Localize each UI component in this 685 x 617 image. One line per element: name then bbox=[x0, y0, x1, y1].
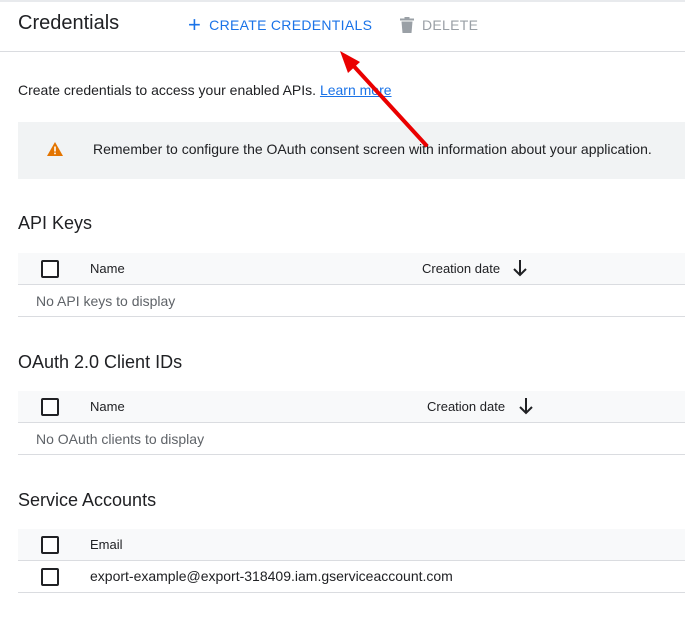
select-all-checkbox[interactable] bbox=[41, 536, 59, 554]
top-bar: Credentials + CREATE CREDENTIALS DELETE bbox=[0, 0, 685, 52]
page-title: Credentials bbox=[18, 12, 120, 34]
trash-icon bbox=[400, 17, 414, 33]
select-all-checkbox[interactable] bbox=[41, 260, 59, 278]
api-keys-title: API Keys bbox=[18, 213, 93, 233]
table-header: Name Creation date bbox=[18, 391, 685, 423]
create-credentials-label: CREATE CREDENTIALS bbox=[209, 17, 373, 33]
service-accounts-table: Email export-example@export-318409.iam.g… bbox=[18, 529, 685, 593]
arrow-down-icon[interactable] bbox=[518, 397, 534, 420]
column-name[interactable]: Name bbox=[90, 399, 125, 414]
service-accounts-title: Service Accounts bbox=[18, 490, 157, 510]
empty-message: No OAuth clients to display bbox=[36, 431, 205, 447]
table-row: No OAuth clients to display bbox=[18, 423, 685, 455]
oauth-table: Name Creation date No OAuth clients to d… bbox=[18, 391, 685, 455]
warning-icon bbox=[47, 142, 63, 161]
intro-description: Create credentials to access your enable… bbox=[18, 82, 317, 98]
column-creation-date[interactable]: Creation date bbox=[427, 399, 505, 414]
oauth-consent-banner: Remember to configure the OAuth consent … bbox=[18, 122, 685, 179]
table-header: Email bbox=[18, 529, 685, 561]
oauth-title: OAuth 2.0 Client IDs bbox=[18, 352, 183, 372]
banner-message: Remember to configure the OAuth consent … bbox=[93, 141, 652, 157]
column-creation-date[interactable]: Creation date bbox=[422, 261, 500, 276]
table-header: Name Creation date bbox=[18, 253, 685, 285]
api-keys-table: Name Creation date No API keys to displa… bbox=[18, 253, 685, 317]
arrow-down-icon[interactable] bbox=[512, 259, 528, 282]
plus-icon: + bbox=[188, 12, 202, 37]
learn-more-link[interactable]: Learn more bbox=[320, 82, 392, 98]
intro-text: Create credentials to access your enable… bbox=[18, 82, 392, 98]
create-credentials-button[interactable]: + CREATE CREDENTIALS bbox=[188, 14, 372, 36]
delete-label: DELETE bbox=[422, 17, 479, 33]
select-all-checkbox[interactable] bbox=[41, 398, 59, 416]
delete-button[interactable]: DELETE bbox=[400, 14, 478, 36]
table-row[interactable]: export-example@export-318409.iam.gservic… bbox=[18, 561, 685, 593]
table-row: No API keys to display bbox=[18, 285, 685, 317]
column-email[interactable]: Email bbox=[90, 537, 123, 552]
service-account-email[interactable]: export-example@export-318409.iam.gservic… bbox=[90, 568, 453, 584]
empty-message: No API keys to display bbox=[36, 293, 176, 309]
row-checkbox[interactable] bbox=[41, 568, 59, 586]
column-name[interactable]: Name bbox=[90, 261, 125, 276]
